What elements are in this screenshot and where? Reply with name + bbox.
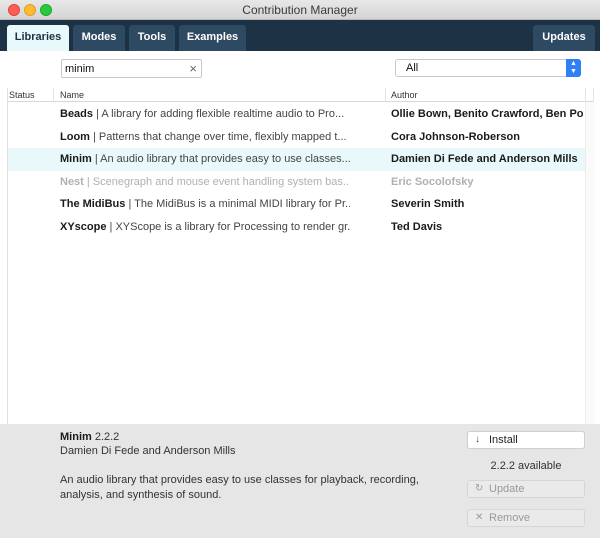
row-name-cell: Nest | Scenegraph and mouse event handli… — [60, 176, 350, 188]
table-row[interactable]: Loom | Patterns that change over time, f… — [8, 126, 585, 149]
library-name: Minim — [60, 153, 92, 165]
library-description: | XYScope is a library for Processing to… — [106, 221, 350, 233]
library-name: Nest — [60, 176, 84, 188]
library-author: Severin Smith — [391, 198, 465, 210]
library-author: Damien Di Fede and Anderson Mills — [391, 153, 578, 165]
library-list: Status Name Author Beads | A library for… — [7, 88, 595, 424]
tab-libraries[interactable]: Libraries — [7, 25, 69, 51]
download-arrow-icon: ↓ — [475, 434, 480, 445]
clear-search-icon[interactable]: × — [189, 60, 197, 77]
tab-updates[interactable]: Updates — [533, 25, 595, 51]
search-field[interactable]: × — [61, 59, 202, 78]
remove-x-icon: ✕ — [475, 512, 484, 523]
row-name-cell: Beads | A library for adding flexible re… — [60, 108, 350, 120]
library-author: Eric Socolofsky — [391, 176, 474, 188]
install-button-label: Install — [489, 434, 518, 446]
update-button-label: Update — [489, 483, 525, 495]
table-row[interactable]: The MidiBus | The MidiBus is a minimal M… — [8, 193, 585, 216]
category-select[interactable]: All ▲ ▼ — [395, 59, 581, 77]
tab-examples[interactable]: Examples — [179, 25, 246, 51]
select-arrows-icon: ▲ ▼ — [566, 59, 581, 77]
column-header-author[interactable]: Author — [391, 90, 418, 100]
library-name: XYscope — [60, 221, 107, 233]
column-divider — [585, 88, 586, 102]
library-author: Cora Johnson-Roberson — [391, 131, 520, 143]
category-selected-value: All — [406, 62, 419, 74]
refresh-icon: ↻ — [475, 483, 484, 494]
detail-author: Damien Di Fede and Anderson Mills — [60, 445, 236, 457]
table-row[interactable]: XYscope | XYScope is a library for Proce… — [8, 216, 585, 239]
library-name: Loom — [60, 131, 90, 143]
table-row-selected[interactable]: Minim | An audio library that provides e… — [8, 148, 585, 171]
library-name: The MidiBus — [60, 198, 126, 210]
remove-button-label: Remove — [489, 512, 530, 524]
tab-modes[interactable]: Modes — [73, 25, 125, 51]
title-bar: Contribution Manager — [0, 0, 600, 20]
column-header: Status Name Author — [8, 88, 593, 102]
library-author: Ollie Bown, Benito Crawford, Ben Por... — [391, 108, 583, 120]
column-divider — [385, 88, 386, 102]
available-version: 2.2.2 available — [490, 460, 562, 472]
row-name-cell: The MidiBus | The MidiBus is a minimal M… — [60, 198, 350, 210]
row-name-cell: Loom | Patterns that change over time, f… — [60, 131, 350, 143]
window-title: Contribution Manager — [242, 3, 358, 17]
library-description: | Patterns that change over time, flexib… — [89, 131, 347, 143]
remove-button[interactable]: ✕ Remove — [467, 509, 585, 527]
search-input[interactable] — [65, 61, 183, 76]
library-name: Beads — [60, 108, 94, 120]
library-description: | Scenegraph and mouse event handling sy… — [83, 176, 350, 188]
column-divider — [53, 88, 54, 102]
library-description: | An audio library that provides easy to… — [91, 153, 350, 165]
tab-bar: Libraries Modes Tools Examples Updates — [0, 20, 600, 51]
row-name-cell: Minim | An audio library that provides e… — [60, 153, 350, 165]
library-description: | A library for adding flexible realtime… — [93, 108, 345, 120]
update-button[interactable]: ↻ Update — [467, 480, 585, 498]
detail-description: An audio library that provides easy to u… — [60, 474, 419, 501]
table-row[interactable]: Beads | A library for adding flexible re… — [8, 103, 585, 126]
details-pane: Minim 2.2.2 Damien Di Fede and Anderson … — [0, 424, 600, 538]
install-button[interactable]: ↓ Install — [467, 431, 585, 449]
library-description: | The MidiBus is a minimal MIDI library … — [125, 198, 350, 210]
detail-library-name: Minim — [60, 431, 92, 443]
vertical-scrollbar[interactable] — [585, 102, 595, 424]
detail-version: 2.2.2 — [91, 431, 120, 443]
column-header-status[interactable]: Status — [9, 90, 35, 100]
library-author: Ted Davis — [391, 221, 443, 233]
detail-title: Minim 2.2.2 — [60, 431, 119, 443]
tab-tools[interactable]: Tools — [129, 25, 175, 51]
table-row-incompatible[interactable]: Nest | Scenegraph and mouse event handli… — [8, 171, 585, 194]
row-name-cell: XYscope | XYScope is a library for Proce… — [60, 221, 350, 233]
column-header-name[interactable]: Name — [60, 90, 84, 100]
filter-bar: × All ▲▼ — [0, 51, 600, 88]
